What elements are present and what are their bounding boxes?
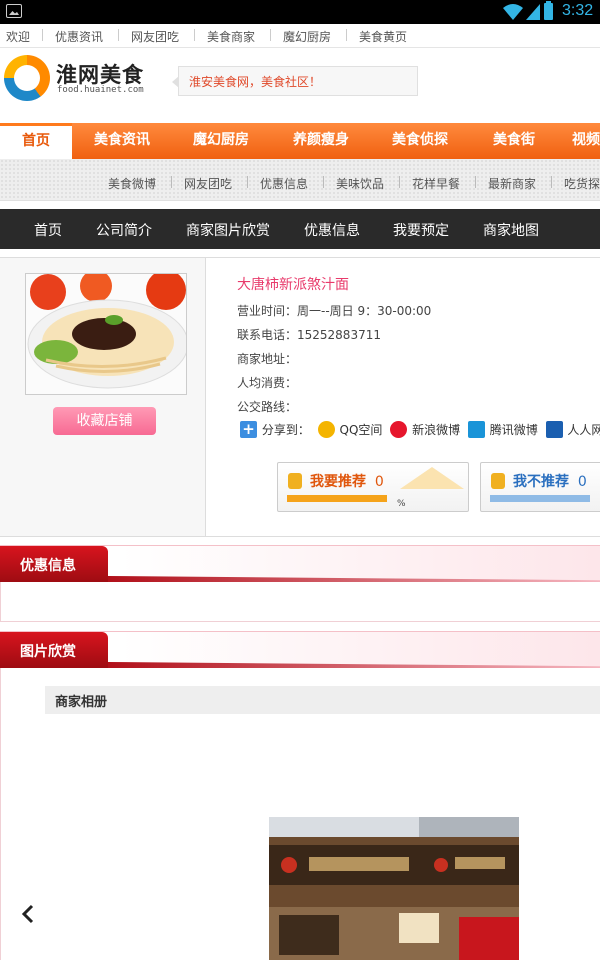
offers-section-title: 优惠信息	[20, 558, 76, 574]
merchant-info-panel: 收藏店铺 大唐柿新派煞汁面 营业时间：周一--周日 9：30-00:00 联系电…	[0, 257, 600, 537]
merchant-nav: 首页 公司简介 商家图片欣赏 优惠信息 我要预定 商家地图	[0, 209, 600, 249]
share-qzone[interactable]: QQ空间	[340, 423, 383, 437]
merchant-hours: 营业时间：周一--周日 9：30-00:00	[237, 304, 432, 318]
logo-domain: food.huainet.com	[57, 85, 144, 95]
signal-icon	[526, 4, 540, 20]
subnav-breakfast[interactable]: 花样早餐	[412, 175, 460, 192]
share-plus-icon[interactable]: +	[240, 421, 257, 438]
subnav-new-merchants[interactable]: 最新商家	[488, 175, 536, 192]
recommend-arrow-graphic	[400, 467, 464, 489]
renren-icon[interactable]	[545, 421, 563, 438]
divider	[399, 176, 400, 188]
merchant-avg-cost: 人均消费：	[237, 376, 298, 390]
thumbs-down-icon	[491, 473, 505, 489]
top-link-yellow-pages[interactable]: 美食黄页	[359, 28, 407, 45]
divider	[118, 29, 119, 41]
site-header: 淮网美食 food.huainet.com 淮安美食网，美食社区！	[0, 49, 600, 123]
top-link-offers[interactable]: 优惠资讯	[55, 28, 103, 45]
share-label: 分享到：	[261, 423, 310, 437]
share-renren[interactable]: 人人网	[567, 423, 600, 437]
main-nav: 首页 美食资讯 魔幻厨房 养颜瘦身 美食侦探 美食街 视频	[0, 123, 600, 159]
merchant-nav-about[interactable]: 公司简介	[96, 220, 152, 240]
merchant-phone: 联系电话：15252883711	[237, 328, 381, 342]
subnav-weibo[interactable]: 美食微博	[108, 175, 156, 192]
top-link-merchants[interactable]: 美食商家	[207, 28, 255, 45]
nav-tab-video[interactable]: 视频	[572, 123, 600, 159]
nav-tab-food-news[interactable]: 美食资讯	[79, 123, 165, 159]
top-link-kitchen[interactable]: 魔幻厨房	[283, 28, 331, 45]
merchant-nav-home[interactable]: 首页	[34, 220, 62, 240]
merchant-bus-route: 公交路线：	[237, 400, 298, 414]
gallery-section-title: 图片欣赏	[20, 644, 76, 660]
divider	[551, 176, 552, 188]
sub-nav: 美食微博 网友团吃 优惠信息 美味饮品 花样早餐 最新商家 吃货探	[0, 159, 600, 201]
recommend-percent: %	[397, 499, 406, 509]
merchant-left-column: 收藏店铺	[0, 258, 206, 536]
recommend-label: 我要推荐 0	[310, 474, 384, 490]
tencent-weibo-icon[interactable]	[467, 421, 485, 438]
offers-section-header: 优惠信息	[0, 545, 600, 582]
not-recommend-label: 我不推荐 0	[513, 474, 587, 490]
notification-image-icon	[6, 4, 22, 18]
battery-icon	[544, 1, 553, 20]
merchant-nav-offers[interactable]: 优惠信息	[304, 220, 360, 240]
subnav-offers[interactable]: 优惠信息	[260, 175, 308, 192]
qzone-icon[interactable]	[317, 421, 335, 438]
gallery-section-header: 图片欣赏	[0, 631, 600, 668]
merchant-address: 商家地址：	[237, 352, 298, 366]
merchant-nav-gallery[interactable]: 商家图片欣赏	[186, 220, 270, 240]
share-sina-weibo[interactable]: 新浪微博	[412, 423, 460, 437]
divider	[42, 29, 43, 41]
not-recommend-box[interactable]: 我不推荐 0	[480, 462, 600, 512]
recommend-count: 0	[374, 474, 384, 490]
nav-tab-home[interactable]: 首页	[0, 123, 72, 159]
divider	[323, 176, 324, 188]
nav-tab-magic-kitchen[interactable]: 魔幻厨房	[178, 123, 264, 159]
share-tencent-weibo[interactable]: 腾讯微博	[490, 423, 538, 437]
wifi-icon	[503, 4, 523, 20]
merchant-dish-photo[interactable]	[25, 273, 187, 395]
clock: 3:32	[562, 2, 594, 19]
chevron-left-icon[interactable]	[20, 904, 36, 924]
merchant-nav-map[interactable]: 商家地图	[483, 220, 539, 240]
merchant-name: 大唐柿新派煞汁面	[237, 277, 349, 293]
album-title-bar: 商家相册	[45, 686, 600, 714]
divider	[247, 176, 248, 188]
thumbs-up-icon	[288, 473, 302, 489]
sina-weibo-icon[interactable]	[390, 421, 408, 438]
logo-icon[interactable]	[4, 55, 50, 101]
divider	[171, 176, 172, 188]
share-bar: + 分享到： QQ空间 新浪微博 腾讯微博 人人网 百	[240, 421, 600, 441]
top-link-group-dining[interactable]: 网友团吃	[131, 28, 179, 45]
top-link-welcome[interactable]: 欢迎	[6, 28, 30, 45]
subnav-drinks[interactable]: 美味饮品	[336, 175, 384, 192]
not-recommend-progress-bar	[490, 495, 590, 502]
merchant-nav-reserve[interactable]: 我要预定	[393, 220, 449, 240]
store-front-photo[interactable]	[269, 817, 519, 960]
nav-tab-food-street[interactable]: 美食街	[476, 123, 552, 159]
subnav-foodie[interactable]: 吃货探	[564, 175, 600, 192]
divider	[475, 176, 476, 188]
divider	[346, 29, 347, 41]
divider	[194, 29, 195, 41]
recommend-progress-bar	[287, 495, 387, 502]
nav-tab-food-detective[interactable]: 美食侦探	[377, 123, 463, 159]
not-recommend-count: 0	[577, 474, 587, 490]
offers-section-body	[0, 582, 600, 622]
divider	[270, 29, 271, 41]
slogan-bubble: 淮安美食网，美食社区！	[172, 66, 418, 96]
top-links-bar: 欢迎 优惠资讯 网友团吃 美食商家 魔幻厨房 美食黄页	[0, 24, 600, 48]
recommend-box[interactable]: 我要推荐 0 %	[277, 462, 469, 512]
favorite-store-button[interactable]: 收藏店铺	[53, 407, 156, 435]
subnav-group-dining[interactable]: 网友团吃	[184, 175, 232, 192]
nav-tab-beauty-slim[interactable]: 养颜瘦身	[278, 123, 364, 159]
status-bar: 3:32	[0, 0, 600, 24]
